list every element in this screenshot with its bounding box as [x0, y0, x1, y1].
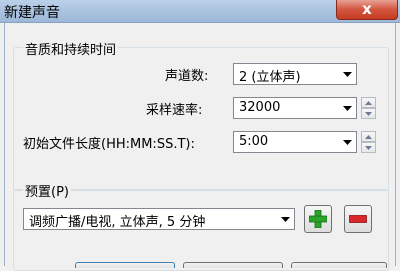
spin-down-icon[interactable] [361, 142, 376, 153]
chevron-down-icon [276, 209, 294, 229]
sample-rate-value: 32000 [239, 100, 281, 115]
window-title: 新建声音 [4, 5, 60, 21]
sample-rate-spinner[interactable] [361, 97, 376, 119]
preset-value: 调频广播/电视, 立体声, 5 分钟 [29, 215, 206, 230]
remove-preset-button[interactable] [344, 205, 372, 233]
ok-button[interactable] [75, 262, 175, 268]
chevron-down-icon [338, 98, 356, 118]
close-button[interactable]: x [336, 0, 398, 20]
minus-icon [349, 215, 367, 223]
add-preset-button[interactable] [304, 205, 332, 233]
title-bar: 新建声音 x [0, 0, 400, 23]
new-sound-dialog: 音质和持续时间 声道数: 2 (立体声) 采样速率: 32000 初始文件长度(… [4, 23, 396, 271]
chevron-down-icon [338, 132, 356, 152]
chevron-down-icon [338, 64, 356, 84]
channels-label: 声道数: [165, 69, 209, 84]
close-icon: x [362, 0, 372, 18]
initial-length-value: 5:00 [239, 134, 269, 149]
preset-group: 预置(P) [13, 181, 389, 271]
cancel-button[interactable] [183, 262, 283, 268]
initial-length-label: 初始文件长度(HH:MM:SS.T): [23, 137, 195, 152]
spin-down-icon[interactable] [361, 108, 376, 119]
preset-select[interactable]: 调频广播/电视, 立体声, 5 分钟 [23, 208, 295, 230]
quality-group-title: 音质和持续时间 [23, 39, 119, 58]
initial-length-combobox[interactable]: 5:00 [233, 131, 357, 153]
preset-group-title: 预置(P) [23, 181, 71, 200]
sample-rate-combobox[interactable]: 32000 [233, 97, 357, 119]
help-button[interactable] [291, 262, 387, 268]
spin-up-icon[interactable] [361, 97, 376, 108]
plus-icon [309, 210, 327, 228]
channels-value: 2 (立体声) [239, 70, 301, 85]
channels-select[interactable]: 2 (立体声) [233, 63, 357, 85]
sample-rate-label: 采样速率: [146, 103, 203, 118]
initial-length-spinner[interactable] [361, 131, 376, 153]
spin-up-icon[interactable] [361, 131, 376, 142]
